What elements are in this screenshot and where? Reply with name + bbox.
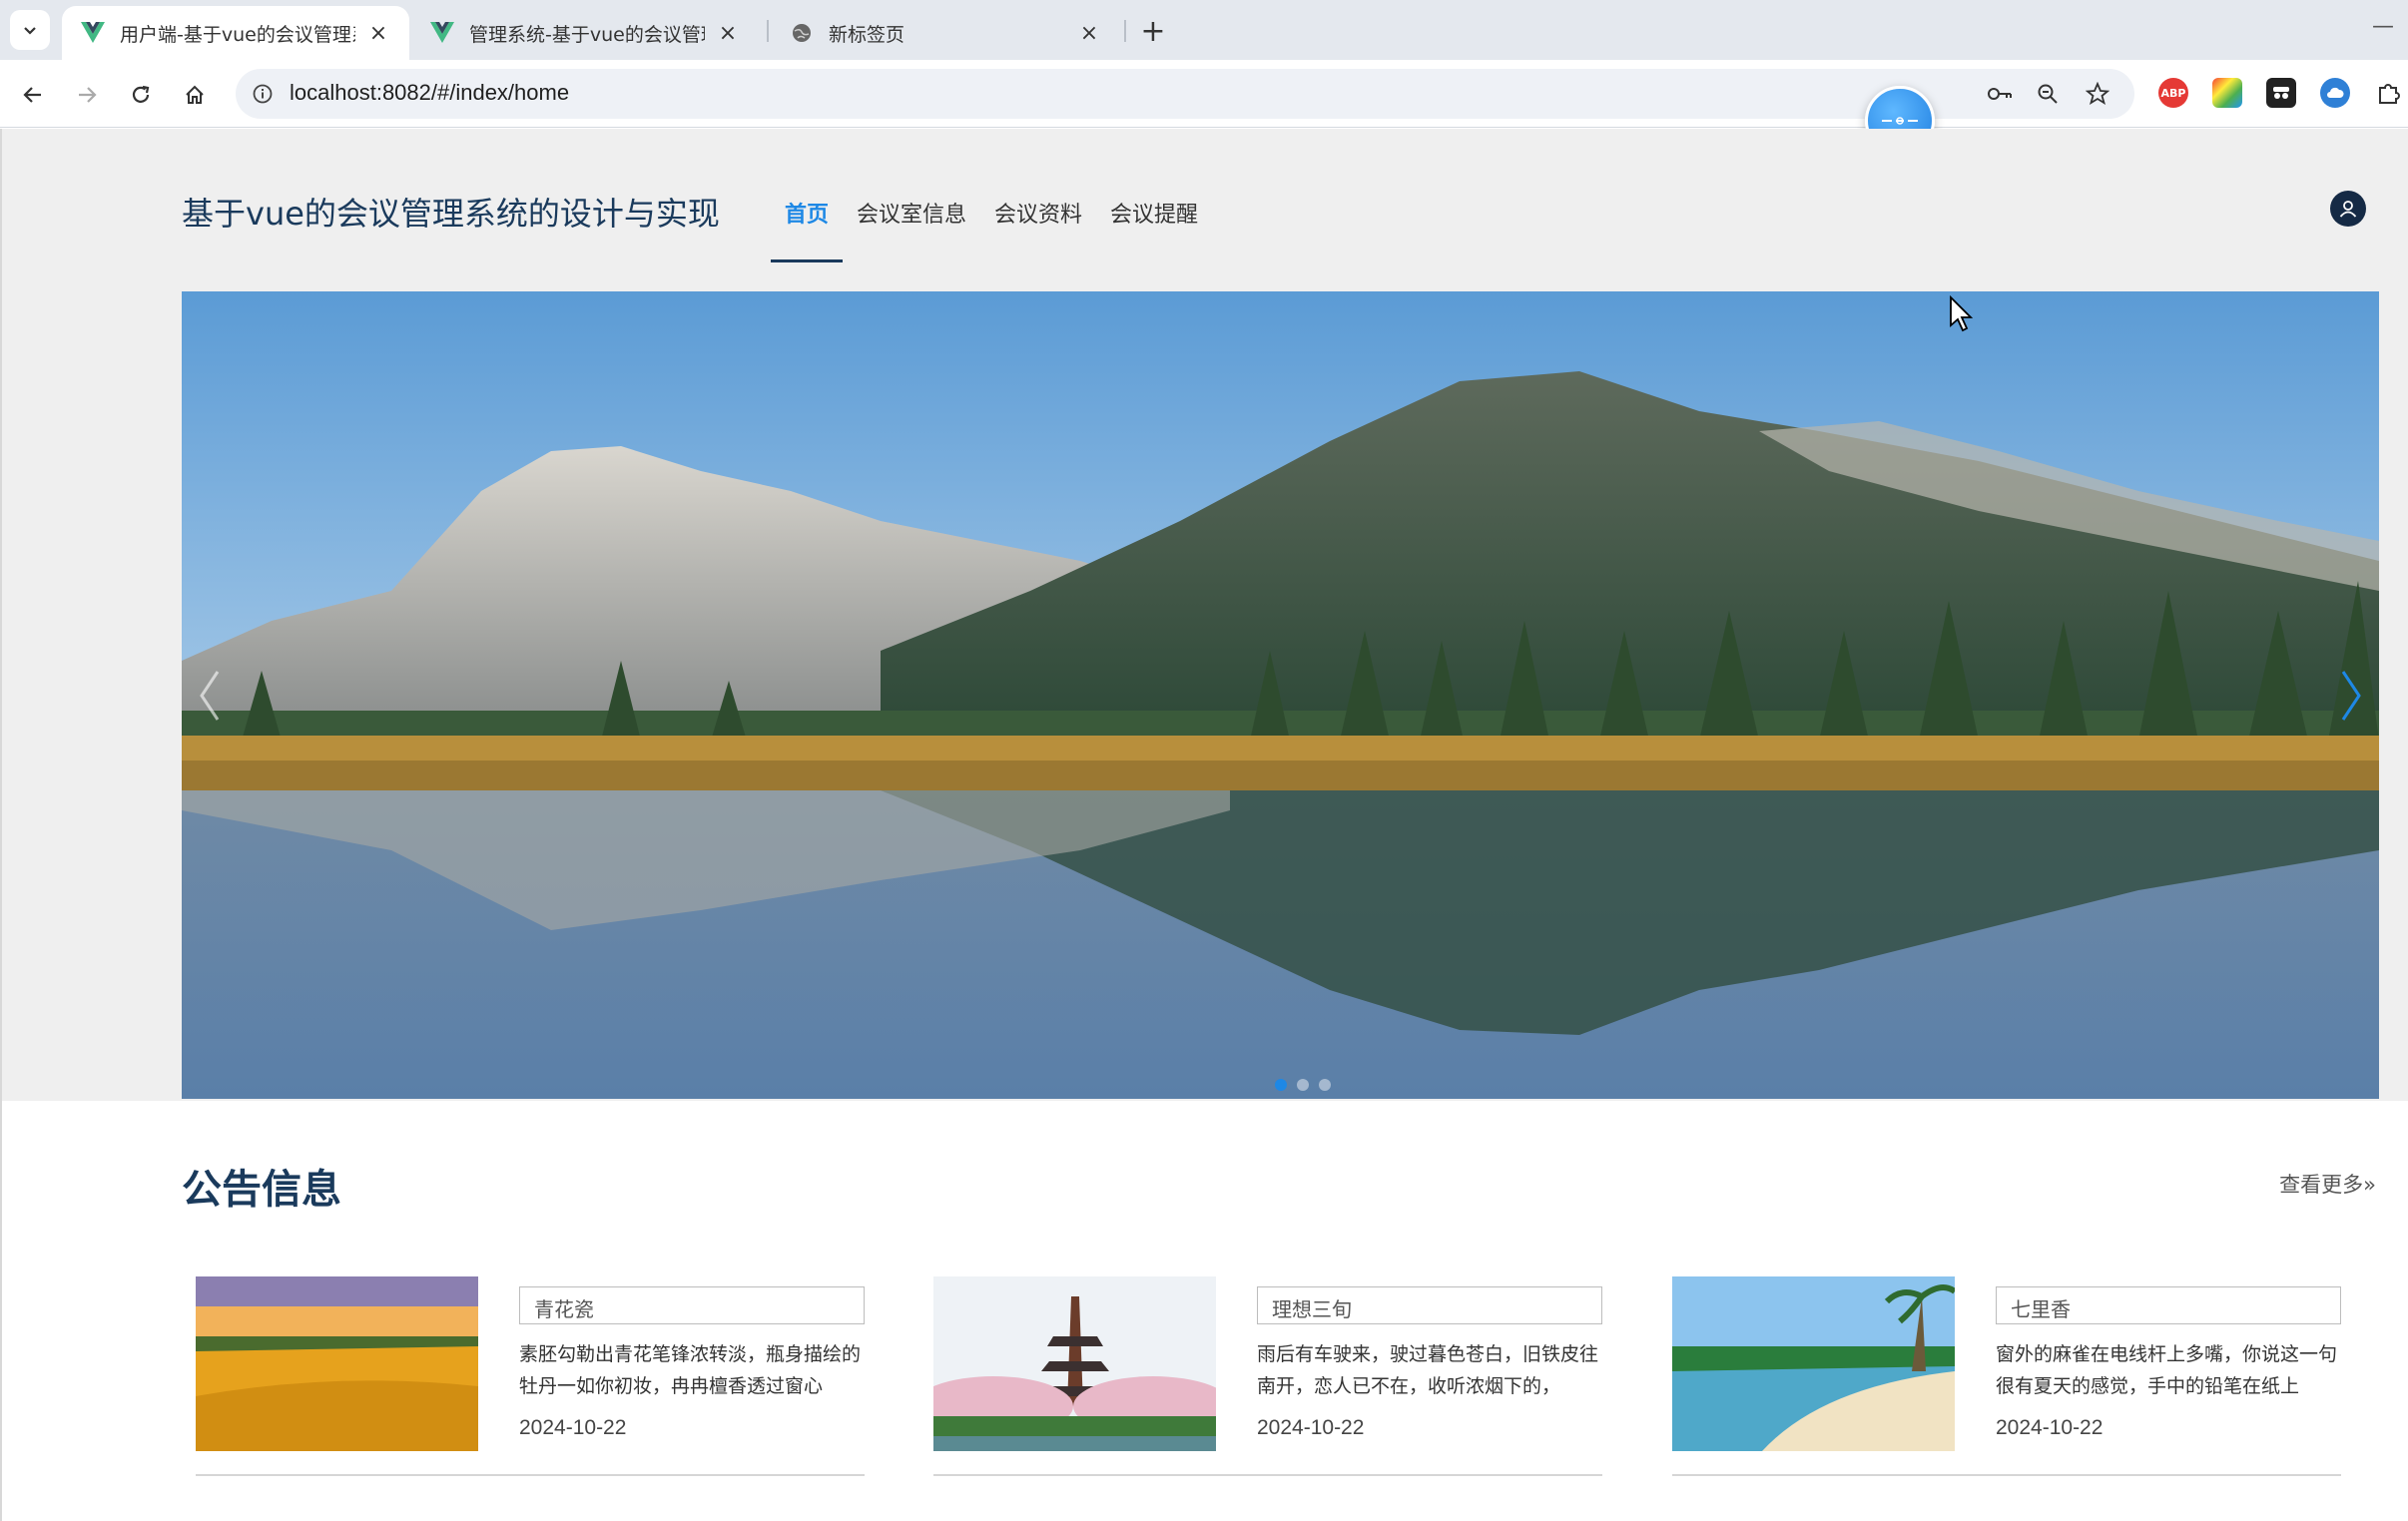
notice-title: 青花瓷: [519, 1286, 865, 1324]
url-text[interactable]: localhost:8082/#/index/home: [290, 80, 569, 106]
nav-item-home[interactable]: 首页: [771, 193, 844, 262]
assistant-icon: [1882, 117, 1918, 125]
notice-card[interactable]: 七里香 窗外的麻雀在电线杆上多嘴，你说这一句很有夏天的感觉，手中的铅笔在纸上 2…: [1672, 1276, 2341, 1476]
nav-item-meeting-materials[interactable]: 会议资料: [980, 193, 1096, 262]
reload-button[interactable]: [122, 76, 160, 114]
site-info-icon[interactable]: [248, 79, 278, 109]
back-button[interactable]: [14, 76, 52, 114]
new-tab-button[interactable]: +: [1136, 13, 1170, 49]
browser-tab-admin[interactable]: 管理系统-基于vue的会议管理系统 ×: [411, 6, 759, 60]
zoom-icon[interactable]: [2033, 79, 2063, 109]
globe-icon: [789, 20, 815, 46]
tab-separator: [1124, 20, 1126, 42]
carousel-next-button[interactable]: [2331, 661, 2371, 731]
tab-title: 管理系统-基于vue的会议管理系统: [469, 23, 705, 46]
nav-item-meeting-rooms[interactable]: 会议室信息: [843, 193, 980, 262]
chevron-right-icon: [2341, 671, 2361, 721]
arrow-left-icon: [23, 87, 41, 103]
notice-thumbnail-wheat-field[interactable]: [196, 1276, 478, 1451]
cloud-extension-icon[interactable]: [2320, 78, 2350, 108]
main-nav: 首页 会议室信息 会议资料 会议提醒: [771, 193, 1212, 262]
address-bar[interactable]: localhost:8082/#/index/home: [236, 69, 2134, 119]
site-title: 基于vue的会议管理系统的设计与实现: [182, 195, 720, 233]
incognito-extension-icon[interactable]: [2266, 78, 2296, 108]
close-icon[interactable]: ×: [715, 20, 741, 46]
tab-separator: [767, 20, 769, 42]
notice-title: 七里香: [1996, 1286, 2341, 1324]
notice-card[interactable]: 青花瓷 素胚勾勒出青花笔锋浓转淡，瓶身描绘的牡丹一如你初妆，冉冉檀香透过窗心 2…: [196, 1276, 865, 1476]
tab-title: 用户端-基于vue的会议管理系统: [120, 23, 355, 46]
notice-thumbnail-beach[interactable]: [1672, 1276, 1955, 1451]
extensions-puzzle-icon[interactable]: [2374, 78, 2404, 108]
reload-icon: [132, 85, 150, 103]
user-avatar-button[interactable]: [2330, 191, 2366, 227]
notice-excerpt: 素胚勾勒出青花笔锋浓转淡，瓶身描绘的牡丹一如你初妆，冉冉檀香透过窗心: [519, 1343, 862, 1397]
carousel-dot[interactable]: [1297, 1079, 1309, 1091]
mouse-cursor-icon: [1949, 294, 1975, 337]
carousel-dot[interactable]: [1275, 1079, 1287, 1091]
browser-tab-user[interactable]: 用户端-基于vue的会议管理系统 ×: [62, 6, 409, 60]
nav-item-meeting-reminders[interactable]: 会议提醒: [1096, 193, 1212, 262]
notice-date: 2024-10-22: [1257, 1416, 1365, 1439]
notice-excerpt: 窗外的麻雀在电线杆上多嘴，你说这一句很有夏天的感觉，手中的铅笔在纸上: [1996, 1343, 2338, 1397]
user-icon: [2339, 201, 2357, 218]
chevron-down-icon: [24, 27, 36, 35]
vue-logo-icon: [429, 20, 455, 46]
notice-date: 2024-10-22: [519, 1416, 627, 1439]
tab-search-button[interactable]: [10, 10, 50, 50]
carousel-dot[interactable]: [1319, 1079, 1331, 1091]
browser-tab-newtab[interactable]: 新标签页 ×: [771, 6, 1120, 60]
notice-title: 理想三旬: [1257, 1286, 1602, 1324]
color-picker-extension-icon[interactable]: [2212, 78, 2242, 108]
close-icon[interactable]: ×: [1076, 20, 1102, 46]
notice-date: 2024-10-22: [1996, 1416, 2104, 1439]
notice-thumbnail-pagoda[interactable]: [933, 1276, 1216, 1451]
tab-title: 新标签页: [829, 23, 905, 46]
minimize-window-button[interactable]: —: [2372, 14, 2394, 39]
carousel-prev-button[interactable]: [190, 661, 230, 731]
page-content: 基于vue的会议管理系统的设计与实现 首页 会议室信息 会议资料 会议提醒 公告…: [0, 129, 2408, 1521]
carousel-indicators: [1275, 1079, 1331, 1091]
home-icon: [186, 85, 204, 104]
password-key-icon[interactable]: [1985, 79, 2015, 109]
home-button[interactable]: [176, 76, 214, 114]
vue-logo-icon: [80, 20, 106, 46]
forward-button[interactable]: [68, 76, 106, 114]
bookmark-star-icon[interactable]: [2083, 79, 2112, 109]
view-more-link[interactable]: 查看更多»: [2279, 1169, 2376, 1199]
browser-tab-strip: 用户端-基于vue的会议管理系统 × 管理系统-基于vue的会议管理系统 × 新…: [0, 0, 2408, 60]
notices-section-title: 公告信息: [182, 1167, 341, 1213]
header-band: 基于vue的会议管理系统的设计与实现 首页 会议室信息 会议资料 会议提醒: [2, 129, 2408, 1101]
close-icon[interactable]: ×: [365, 20, 391, 46]
chevron-left-icon: [200, 671, 220, 721]
adblock-extension-icon[interactable]: ABP: [2158, 78, 2188, 108]
browser-toolbar: localhost:8082/#/index/home: [0, 60, 2408, 128]
plus-icon: +: [1140, 13, 1166, 49]
notice-card[interactable]: 理想三旬 雨后有车驶来，驶过暮色苍白，旧铁皮往南开，恋人已不在，收听浓烟下的， …: [933, 1276, 1602, 1476]
notice-excerpt: 雨后有车驶来，驶过暮色苍白，旧铁皮往南开，恋人已不在，收听浓烟下的，: [1257, 1343, 1599, 1397]
banner-carousel[interactable]: [182, 291, 2379, 1099]
banner-image-mountain-lake: [182, 291, 2379, 1099]
arrow-right-icon: [79, 87, 97, 103]
